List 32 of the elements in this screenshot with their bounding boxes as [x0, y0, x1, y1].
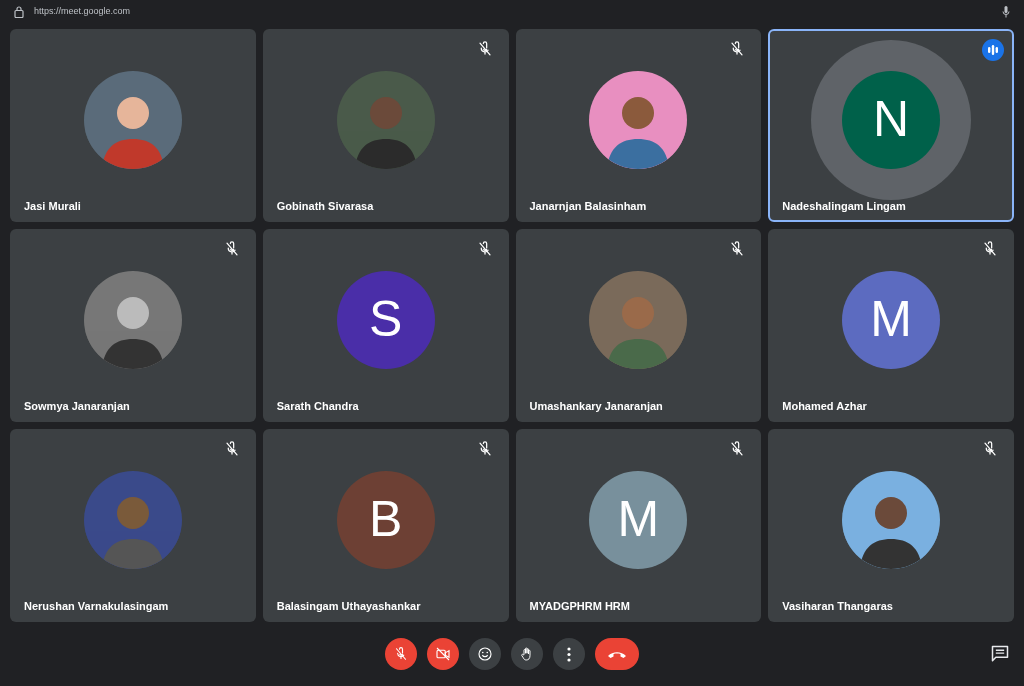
raise-hand-button[interactable]	[511, 638, 543, 670]
avatar-initial: M	[842, 270, 941, 369]
emoji-button[interactable]	[469, 638, 501, 670]
microphone-button[interactable]	[385, 638, 417, 670]
more-options-button[interactable]	[553, 638, 585, 670]
avatar-initial: N	[842, 70, 941, 169]
audio-level-icon	[982, 39, 1004, 61]
leave-call-button[interactable]	[595, 638, 639, 670]
avatar-initial: S	[336, 270, 435, 369]
participant-name: Nerushan Varnakulasingam	[24, 598, 169, 614]
camera-off-icon	[434, 645, 452, 663]
url-text[interactable]: https://meet.google.com	[34, 5, 992, 19]
camera-button[interactable]	[427, 638, 459, 670]
participant-name: Balasingam Uthayashankar	[276, 598, 421, 614]
participant-name: Vasiharan Thangaras	[782, 598, 893, 614]
participant-name: Sarath Chandra	[276, 398, 359, 414]
participant-name: Jasi Murali	[24, 198, 81, 214]
participant-name: Mohamed Azhar	[782, 398, 867, 414]
chat-icon[interactable]	[990, 644, 1010, 664]
participant-name: Umashankary Janaranjan	[529, 398, 663, 414]
participant-name: Janarnjan Balasinham	[529, 198, 647, 214]
participant-name: Sowmya Janaranjan	[24, 398, 130, 414]
phone-icon	[608, 649, 626, 659]
participant-name: Gobinath Sivarasa	[276, 198, 374, 214]
microphone-icon	[1002, 6, 1010, 18]
more-icon	[567, 646, 571, 662]
avatar-initial: B	[336, 470, 435, 569]
participant-name: Nadeshalingam Lingam	[782, 198, 906, 214]
participant-name: MYADGPHRM HRM	[529, 598, 630, 614]
avatar-initial: M	[589, 470, 688, 569]
smiley-icon	[476, 645, 494, 663]
lock-icon	[14, 6, 24, 18]
